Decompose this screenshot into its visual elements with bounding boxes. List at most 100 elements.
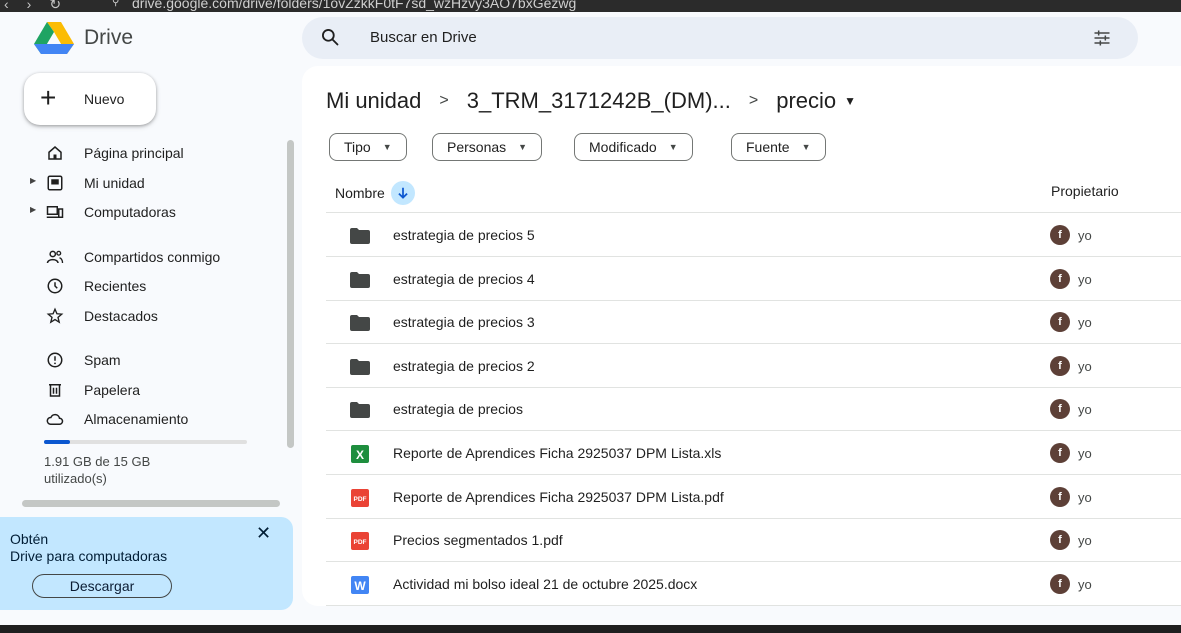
file-name[interactable]: Actividad mi bolso ideal 21 de octubre 2…	[393, 576, 697, 592]
address-bar[interactable]: drive.google.com/drive/folders/1ovZzkkF0…	[132, 0, 576, 11]
column-header-name[interactable]: Nombre	[335, 181, 415, 205]
file-name[interactable]: estrategia de precios 2	[393, 358, 535, 374]
avatar[interactable]: f	[1050, 573, 1070, 594]
download-button[interactable]: Descargar	[32, 574, 172, 598]
chevron-right-icon: >	[748, 92, 759, 109]
search-bar[interactable]: Buscar en Drive	[302, 17, 1138, 59]
new-button[interactable]: + Nuevo	[24, 73, 156, 125]
sidebar-item-label: Recientes	[84, 278, 147, 294]
my-drive-icon	[47, 175, 63, 191]
folder-icon	[350, 228, 370, 244]
file-row[interactable]: estrategia de precios f yo	[326, 388, 1181, 432]
expand-caret-icon[interactable]: ▶	[30, 205, 36, 214]
chevron-down-icon: ▼	[801, 142, 811, 152]
file-owner: yo	[1078, 271, 1092, 287]
spam-icon	[47, 352, 63, 368]
file-name[interactable]: Reporte de Aprendices Ficha 2925037 DPM …	[393, 489, 724, 505]
column-header-owner[interactable]: Propietario	[1051, 183, 1119, 199]
excel-file-icon: X	[351, 445, 369, 463]
file-row[interactable]: PDF Reporte de Aprendices Ficha 2925037 D…	[326, 476, 1181, 519]
sidebar-item-label: Almacenamiento	[84, 411, 189, 427]
sidebar-item-shared[interactable]: Compartidos conmigo	[24, 243, 274, 271]
file-name[interactable]: Reporte de Aprendices Ficha 2925037 DPM …	[393, 445, 721, 461]
sidebar-item-spam[interactable]: Spam	[24, 346, 274, 374]
filter-modified[interactable]: Modificado ▼	[574, 133, 693, 161]
avatar[interactable]: f	[1050, 312, 1070, 333]
expand-caret-icon[interactable]: ▶	[30, 176, 36, 185]
chevron-down-icon: ▼	[668, 142, 678, 152]
storage-usage-line: 1.91 GB de 15 GB	[44, 454, 151, 469]
filter-label: Modificado	[589, 139, 657, 155]
filter-label: Fuente	[746, 139, 790, 155]
sidebar-item-label: Papelera	[84, 382, 141, 398]
storage-progress-bar	[44, 440, 247, 444]
site-info-icon[interactable]: ⚲	[112, 0, 124, 9]
file-row[interactable]: PDF Precios segmentados 1.pdf f yo	[326, 519, 1181, 563]
file-row[interactable]: estrategia de precios 2 f yo	[326, 345, 1181, 388]
filter-people[interactable]: Personas ▼	[432, 133, 543, 161]
avatar[interactable]: f	[1050, 268, 1070, 289]
file-name[interactable]: estrategia de precios	[393, 401, 523, 417]
file-row[interactable]: estrategia de precios 3 f yo	[326, 301, 1181, 345]
breadcrumb-item-folder[interactable]: 3_TRM_3171242B_(DM)...	[467, 88, 731, 114]
drive-logo-icon[interactable]	[34, 22, 74, 54]
breadcrumb-item-current[interactable]: precio	[776, 88, 836, 114]
browser-nav-icons[interactable]: ‹›↻	[4, 0, 79, 12]
avatar[interactable]: f	[1050, 530, 1070, 551]
sidebar-item-label: Computadoras	[84, 204, 176, 220]
sidebar-item-computers[interactable]: ▶ Computadoras	[24, 198, 274, 226]
sidebar-item-my-drive[interactable]: ▶ Mi unidad	[24, 169, 274, 197]
sidebar-item-trash[interactable]: Papelera	[24, 376, 274, 404]
sidebar-item-storage[interactable]: Almacenamiento	[24, 405, 274, 433]
header-divider	[326, 212, 1181, 213]
file-row[interactable]: X Reporte de Aprendices Ficha 2925037 DPM…	[326, 432, 1181, 475]
home-icon	[48, 146, 62, 160]
avatar[interactable]: f	[1050, 355, 1070, 376]
avatar[interactable]: f	[1050, 486, 1070, 507]
folder-icon	[350, 271, 370, 288]
file-owner: yo	[1078, 489, 1092, 505]
brand-name[interactable]: Drive	[84, 26, 133, 50]
promo-line1: Obtén	[10, 531, 49, 547]
sidebar-vertical-scrollbar[interactable]	[287, 140, 294, 448]
file-row[interactable]: estrategia de precios 5 f yo	[326, 214, 1181, 257]
sidebar-horizontal-scrollbar[interactable]	[22, 500, 280, 507]
taskbar	[0, 625, 1181, 633]
file-owner: yo	[1078, 446, 1092, 461]
filter-type[interactable]: Tipo ▼	[329, 133, 407, 161]
browser-toolbar: ‹›↻ ⚲ drive.google.com/drive/folders/1ov…	[0, 0, 1181, 12]
avatar[interactable]: f	[1050, 225, 1070, 245]
file-name[interactable]: estrategia de precios 3	[393, 314, 535, 330]
sidebar-item-label: Página principal	[84, 145, 184, 161]
avatar[interactable]: f	[1050, 443, 1070, 463]
desktop-promo-card: Obtén Drive para computadoras ✕ Descarga…	[0, 517, 293, 610]
file-row[interactable]: estrategia de precios 4 f yo	[326, 258, 1181, 301]
file-name[interactable]: estrategia de precios 5	[393, 227, 535, 243]
promo-line2: Drive para computadoras	[10, 548, 168, 564]
cloud-icon	[46, 413, 64, 425]
breadcrumb-item-my-drive[interactable]: Mi unidad	[326, 88, 421, 114]
storage-usage-line: utilizado(s)	[44, 471, 107, 486]
pdf-file-icon: PDF	[351, 532, 369, 551]
plus-icon: +	[40, 82, 57, 113]
pdf-file-icon: PDF	[351, 488, 369, 507]
folder-menu-caret-icon[interactable]: ▼	[844, 94, 856, 108]
sidebar-item-recent[interactable]: Recientes	[24, 272, 274, 300]
sidebar-item-home[interactable]: Página principal	[24, 139, 274, 167]
sidebar-item-starred[interactable]: Destacados	[24, 302, 274, 330]
trash-icon	[49, 384, 61, 397]
filter-source[interactable]: Fuente ▼	[731, 133, 826, 161]
file-name[interactable]: estrategia de precios 4	[393, 271, 535, 287]
search-icon[interactable]	[320, 27, 340, 47]
sort-arrow-down-icon[interactable]	[390, 181, 415, 205]
file-name[interactable]: Precios segmentados 1.pdf	[393, 532, 563, 548]
search-input[interactable]: Buscar en Drive	[370, 29, 477, 46]
chevron-right-icon: >	[439, 92, 449, 109]
file-owner: yo	[1078, 228, 1092, 243]
file-row[interactable]: W Actividad mi bolso ideal 21 de octubre …	[326, 563, 1181, 606]
search-options-icon[interactable]	[1092, 28, 1112, 48]
storage-usage-text[interactable]: 1.91 GB de 15 GB utilizado(s)	[44, 453, 224, 487]
breadcrumb: Mi unidad > 3_TRM_3171242B_(DM)... > pre…	[326, 88, 856, 114]
close-icon[interactable]: ✕	[256, 523, 271, 544]
avatar[interactable]: f	[1050, 399, 1070, 420]
